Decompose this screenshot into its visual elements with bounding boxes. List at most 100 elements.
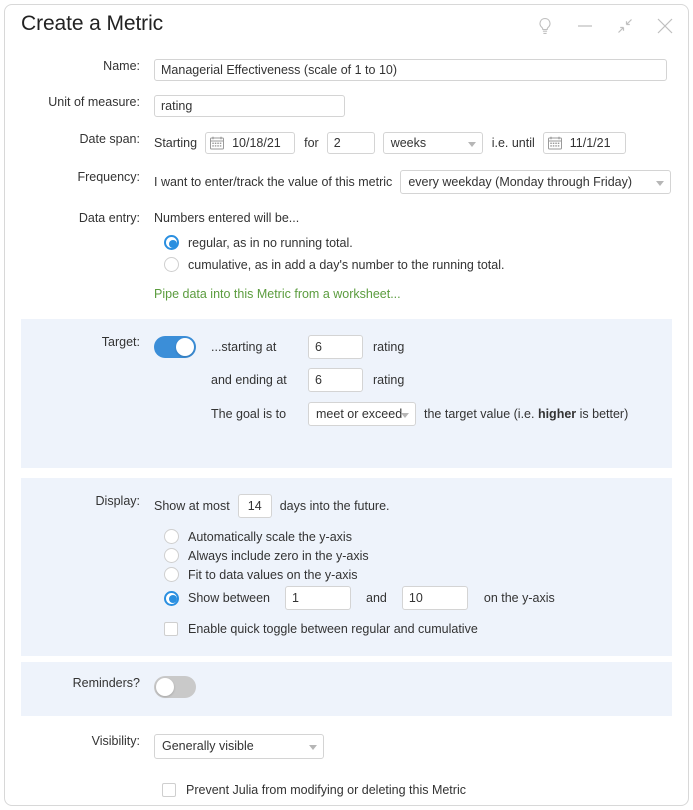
radio-show-between-label: Show between bbox=[188, 591, 271, 605]
toggle-knob bbox=[176, 338, 194, 356]
create-metric-dialog: Create a Metric Name: Managerial Effecti… bbox=[4, 4, 689, 806]
panel-separator-1 bbox=[21, 468, 672, 478]
frequency-field-group: I want to enter/track the value of this … bbox=[140, 170, 672, 194]
data-entry-option-regular[interactable]: regular, as in no running total. bbox=[164, 235, 504, 250]
reminders-toggle[interactable] bbox=[154, 676, 196, 698]
name-input[interactable] bbox=[154, 59, 667, 81]
visibility-field-group: Generally visible Prevent Julia from mod… bbox=[140, 734, 466, 797]
radio-regular-label: regular, as in no running total. bbox=[188, 235, 353, 250]
display-panel: Display: Show at most days into the futu… bbox=[21, 478, 672, 656]
unit-input[interactable] bbox=[154, 95, 345, 117]
target-goal-suffix: the target value (i.e. higher is better) bbox=[424, 407, 629, 421]
visibility-value: Generally visible bbox=[162, 739, 254, 753]
data-entry-option-cumulative[interactable]: cumulative, as in add a day's number to … bbox=[164, 257, 504, 272]
checkbox-prevent-modify[interactable] bbox=[162, 783, 176, 797]
target-start-unit: rating bbox=[373, 340, 405, 354]
hint-lightbulb-icon[interactable] bbox=[532, 13, 558, 39]
unit-field-group bbox=[140, 95, 345, 117]
name-label: Name: bbox=[103, 59, 140, 73]
pipe-data-link[interactable]: Pipe data into this Metric from a worksh… bbox=[154, 287, 504, 301]
show-at-most-suffix: days into the future. bbox=[279, 499, 390, 513]
unit-label: Unit of measure: bbox=[48, 95, 140, 109]
target-start-input[interactable] bbox=[308, 335, 363, 359]
data-entry-label: Data entry: bbox=[78, 211, 140, 225]
target-ending-label: and ending at bbox=[211, 373, 287, 387]
target-label: Target: bbox=[101, 335, 140, 349]
radio-regular[interactable] bbox=[164, 235, 179, 250]
checkbox-quick-toggle-label: Enable quick toggle between regular and … bbox=[188, 622, 478, 636]
reminders-label: Reminders? bbox=[72, 676, 140, 690]
yaxis-option-auto[interactable]: Automatically scale the y-axis bbox=[164, 529, 555, 544]
duration-unit-value: weeks bbox=[390, 136, 427, 150]
target-goal-direction: higher bbox=[537, 407, 577, 421]
display-label: Display: bbox=[95, 494, 140, 508]
range-suffix-text: on the y-axis bbox=[483, 591, 555, 605]
reminders-field-group bbox=[140, 676, 196, 698]
data-entry-field-group: Numbers entered will be... regular, as i… bbox=[140, 211, 504, 301]
duration-unit-select[interactable]: weeks bbox=[382, 132, 483, 154]
target-end-unit: rating bbox=[373, 373, 405, 387]
target-end-input[interactable] bbox=[308, 368, 363, 392]
target-toggle[interactable] bbox=[154, 336, 196, 358]
starting-text: Starting bbox=[154, 136, 198, 150]
window-controls bbox=[532, 13, 678, 39]
data-entry-row: Data entry: Numbers entered will be... r… bbox=[5, 211, 688, 301]
restore-icon[interactable] bbox=[612, 13, 638, 39]
quick-toggle-row[interactable]: Enable quick toggle between regular and … bbox=[164, 622, 555, 636]
toggle-knob bbox=[156, 678, 174, 696]
target-starting-label: ...starting at bbox=[211, 340, 277, 354]
visibility-label: Visibility: bbox=[91, 734, 140, 748]
name-row: Name: bbox=[5, 59, 688, 81]
radio-fit-data-label: Fit to data values on the y-axis bbox=[188, 567, 358, 582]
yaxis-option-fit[interactable]: Fit to data values on the y-axis bbox=[164, 567, 555, 582]
frequency-value: every weekday (Monday through Friday) bbox=[408, 175, 633, 189]
show-at-most-prefix: Show at most bbox=[154, 499, 230, 513]
for-text: for bbox=[304, 136, 319, 150]
frequency-select[interactable]: every weekday (Monday through Friday) bbox=[400, 170, 672, 194]
chevron-down-icon bbox=[401, 413, 409, 418]
target-goal-select[interactable]: meet or exceed bbox=[308, 402, 416, 426]
chevron-down-icon bbox=[656, 181, 665, 186]
checkbox-quick-toggle[interactable] bbox=[164, 622, 178, 636]
chevron-down-icon bbox=[309, 745, 317, 750]
yaxis-option-between[interactable]: Show between and on the y-axis bbox=[164, 586, 555, 610]
future-days-input[interactable] bbox=[237, 494, 272, 518]
date-span-label: Date span: bbox=[79, 132, 140, 146]
data-entry-prompt: Numbers entered will be... bbox=[154, 211, 300, 225]
yaxis-option-zero[interactable]: Always include zero in the y-axis bbox=[164, 548, 555, 563]
visibility-row: Visibility: Generally visible Prevent Ju… bbox=[5, 734, 688, 797]
radio-include-zero-label: Always include zero in the y-axis bbox=[188, 548, 369, 563]
target-panel: Target: ...starting at rating and ending… bbox=[21, 319, 672, 468]
radio-auto-scale-label: Automatically scale the y-axis bbox=[188, 529, 352, 544]
target-row: Target: ...starting at rating and ending… bbox=[21, 335, 672, 426]
name-field-group bbox=[140, 59, 667, 81]
page-title: Create a Metric bbox=[21, 12, 164, 35]
end-date-input[interactable] bbox=[542, 132, 626, 154]
radio-fit-data[interactable] bbox=[164, 567, 179, 582]
title-bar: Create a Metric bbox=[5, 5, 688, 47]
target-goal-label: The goal is to bbox=[211, 407, 287, 421]
date-span-row: Date span: Starting for weeks bbox=[5, 132, 688, 154]
checkbox-prevent-modify-label: Prevent Julia from modifying or deleting… bbox=[186, 783, 466, 797]
radio-show-between[interactable] bbox=[164, 590, 179, 606]
unit-row: Unit of measure: bbox=[5, 95, 688, 117]
target-goal-value: meet or exceed bbox=[316, 407, 403, 421]
frequency-label: Frequency: bbox=[77, 170, 140, 184]
prevent-modify-row[interactable]: Prevent Julia from modifying or deleting… bbox=[162, 783, 466, 797]
close-icon[interactable] bbox=[652, 13, 678, 39]
frequency-prefix: I want to enter/track the value of this … bbox=[154, 175, 393, 189]
duration-input[interactable] bbox=[326, 132, 375, 154]
visibility-select[interactable]: Generally visible bbox=[154, 734, 324, 759]
yaxis-max-input[interactable] bbox=[401, 586, 468, 610]
radio-auto-scale[interactable] bbox=[164, 529, 179, 544]
frequency-row: Frequency: I want to enter/track the val… bbox=[5, 170, 688, 194]
yaxis-min-input[interactable] bbox=[285, 586, 352, 610]
display-field-group: Show at most days into the future. Autom… bbox=[140, 494, 555, 636]
chevron-down-icon bbox=[467, 142, 476, 147]
radio-cumulative[interactable] bbox=[164, 257, 179, 272]
start-date-input[interactable] bbox=[205, 132, 296, 154]
minimize-icon[interactable] bbox=[572, 13, 598, 39]
target-field-group: ...starting at rating and ending at rati… bbox=[140, 335, 628, 426]
range-and-text: and bbox=[366, 591, 387, 605]
radio-include-zero[interactable] bbox=[164, 548, 179, 563]
